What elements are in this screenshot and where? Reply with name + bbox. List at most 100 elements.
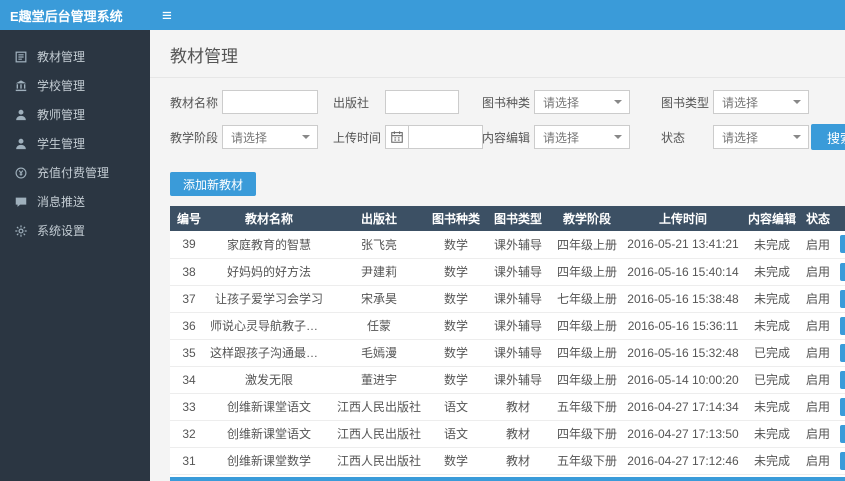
- cell-publisher: 董进宇: [330, 366, 428, 394]
- cell-time: 2016-05-14 10:00:20: [622, 366, 744, 394]
- filter-status-label: 状态: [661, 130, 686, 145]
- cell-publisher: 毛嫣漫: [330, 339, 428, 367]
- cell-name: 创维新课堂语文: [208, 393, 330, 421]
- cell-status: 启用: [800, 393, 836, 421]
- row-action-button[interactable]: [840, 262, 845, 281]
- teacher-user-icon: [14, 108, 28, 122]
- cell-actions: [836, 312, 845, 340]
- cell-time: 2016-05-16 15:38:48: [622, 285, 744, 313]
- cell-actions: [836, 258, 845, 286]
- row-action-button[interactable]: [840, 235, 845, 254]
- filter-row-1: 教材名称 出版社 图书种类 请选择 图书类型 请选择: [170, 90, 845, 114]
- sidebar-item-payments[interactable]: 充值付费管理: [0, 158, 150, 187]
- cell-id: 36: [170, 312, 208, 340]
- book-category-select[interactable]: 请选择: [534, 90, 630, 114]
- stage-select[interactable]: 请选择: [222, 125, 318, 149]
- sidebar-item-textbooks[interactable]: 教材管理: [0, 42, 150, 71]
- cell-actions: [836, 285, 845, 313]
- cell-edit: 已完成: [744, 339, 800, 367]
- content-edit-select[interactable]: 请选择: [534, 125, 630, 149]
- table-row: 33 创维新课堂语文 江西人民出版社 语文 教材 五年级下册 2016-04-2…: [170, 393, 845, 421]
- cell-publisher: 江西人民出版社: [330, 447, 428, 475]
- filter-row-2: 教学阶段 请选择 上传时间 内容编辑 请选择 状态 请选择 搜: [170, 124, 845, 150]
- row-action-button[interactable]: [840, 316, 845, 335]
- row-action-button[interactable]: [840, 451, 845, 470]
- header-id: 编号: [170, 206, 208, 231]
- cell-publisher: 尹建莉: [330, 258, 428, 286]
- table-row: 39 家庭教育的智慧 张飞亮 数学 课外辅导 四年级上册 2016-05-21 …: [170, 231, 845, 259]
- page-title: 教材管理: [150, 30, 845, 78]
- cell-type: 课外辅导: [484, 339, 552, 367]
- cell-actions: [836, 231, 845, 259]
- cell-status: 启用: [800, 420, 836, 448]
- cell-status: 启用: [800, 447, 836, 475]
- cell-status: 启用: [800, 339, 836, 367]
- cell-stage: 四年级上册: [552, 258, 622, 286]
- cell-category: 数学: [428, 447, 484, 475]
- calendar-button[interactable]: [385, 125, 409, 149]
- book-icon: [14, 50, 28, 64]
- menu-icon[interactable]: ≡: [162, 7, 172, 24]
- filter-book-category-label: 图书种类: [482, 95, 531, 110]
- cell-stage: 四年级上册: [552, 339, 622, 367]
- row-action-button[interactable]: [840, 289, 845, 308]
- table-header-row: 编号 教材名称 出版社 图书种类 图书类型 教学阶段 上传时间 内容编辑 状态: [170, 206, 845, 231]
- cell-type: 课外辅导: [484, 366, 552, 394]
- cell-id: 34: [170, 366, 208, 394]
- table-row: 34 激发无限 董进宇 数学 课外辅导 四年级上册 2016-05-14 10:…: [170, 366, 845, 394]
- cell-time: 2016-05-21 13:41:21: [622, 231, 744, 259]
- header-category: 图书种类: [428, 206, 484, 231]
- filter-stage-label: 教学阶段: [170, 130, 219, 145]
- header-publisher: 出版社: [330, 206, 428, 231]
- filter-upload-time-label: 上传时间: [333, 130, 382, 145]
- row-action-button[interactable]: [840, 397, 845, 416]
- sidebar-item-label: 系统设置: [37, 224, 86, 238]
- cell-publisher: 任蒙: [330, 312, 428, 340]
- header-stage: 教学阶段: [552, 206, 622, 231]
- sidebar-item-teachers[interactable]: 教师管理: [0, 100, 150, 129]
- sidebar-item-messages[interactable]: 消息推送: [0, 187, 150, 216]
- row-action-button[interactable]: [840, 343, 845, 362]
- cell-status: 启用: [800, 231, 836, 259]
- content-edit-select-value: 请选择: [543, 130, 580, 145]
- table-row: 35 这样跟孩子沟通最有效 毛嫣漫 数学 课外辅导 四年级上册 2016-05-…: [170, 339, 845, 367]
- filter-book-category: 图书种类 请选择: [482, 90, 661, 114]
- materials-table-wrap: 编号 教材名称 出版社 图书种类 图书类型 教学阶段 上传时间 内容编辑 状态 …: [170, 206, 845, 481]
- filter-publisher: 出版社: [333, 90, 482, 114]
- cell-stage: 四年级下册: [552, 420, 622, 448]
- sidebar-item-students[interactable]: 学生管理: [0, 129, 150, 158]
- add-material-button[interactable]: 添加新教材: [170, 172, 257, 196]
- cell-edit: 未完成: [744, 258, 800, 286]
- row-action-button[interactable]: [840, 424, 845, 443]
- header-name: 教材名称: [208, 206, 330, 231]
- cell-status: 启用: [800, 285, 836, 313]
- row-action-button[interactable]: [840, 370, 845, 389]
- header-time: 上传时间: [622, 206, 744, 231]
- cell-edit: 已完成: [744, 366, 800, 394]
- cell-status: 启用: [800, 258, 836, 286]
- publisher-input[interactable]: [385, 90, 459, 114]
- topbar: E趣堂后台管理系统 ≡: [0, 0, 845, 30]
- cell-actions: [836, 339, 845, 367]
- cell-category: 数学: [428, 231, 484, 259]
- cell-time: 2016-05-16 15:32:48: [622, 339, 744, 367]
- upload-time-input[interactable]: [409, 125, 483, 149]
- bank-icon: [14, 79, 28, 93]
- cell-stage: 四年级上册: [552, 312, 622, 340]
- cell-name: 激发无限: [208, 366, 330, 394]
- cell-edit: 未完成: [744, 312, 800, 340]
- cell-actions: [836, 420, 845, 448]
- sidebar-item-settings[interactable]: 系统设置: [0, 216, 150, 245]
- material-name-input[interactable]: [222, 90, 318, 114]
- book-type-select[interactable]: 请选择: [713, 90, 809, 114]
- cell-type: 课外辅导: [484, 312, 552, 340]
- header-status: 状态: [800, 206, 836, 231]
- book-category-select-value: 请选择: [543, 95, 580, 110]
- cell-name: 家庭教育的智慧: [208, 231, 330, 259]
- cell-type: 教材: [484, 447, 552, 475]
- sidebar-item-schools[interactable]: 学校管理: [0, 71, 150, 100]
- chevron-down-icon: [793, 135, 801, 139]
- cell-type: 课外辅导: [484, 258, 552, 286]
- search-button[interactable]: 搜索: [811, 124, 845, 150]
- status-select[interactable]: 请选择: [713, 125, 809, 149]
